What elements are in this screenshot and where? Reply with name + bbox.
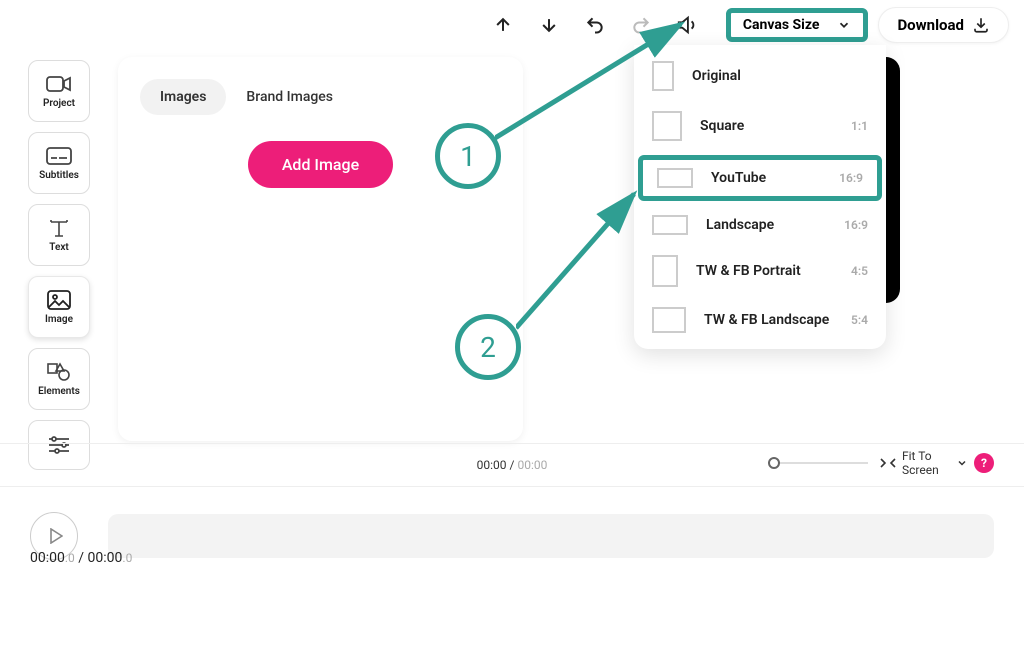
- add-image-button[interactable]: Add Image: [248, 141, 393, 188]
- status-time: 00:00 / 00:00: [477, 458, 548, 472]
- sidebar-item-image[interactable]: Image: [28, 276, 90, 338]
- download-button[interactable]: Download: [878, 7, 1009, 43]
- canvas-size-dropdown-button[interactable]: Canvas Size: [726, 8, 869, 42]
- canvas-option-landscape[interactable]: Landscape 16:9: [634, 205, 886, 245]
- zoom-slider[interactable]: [768, 462, 868, 464]
- text-icon: [46, 218, 72, 238]
- annotation-step-2: 2: [455, 314, 521, 380]
- status-time-sep: /: [510, 458, 515, 472]
- canvas-option-label: Landscape: [706, 217, 826, 233]
- top-toolbar: Canvas Size Download: [0, 0, 1024, 50]
- canvas-option-square[interactable]: Square 1:1: [634, 101, 886, 151]
- image-icon: [46, 290, 72, 310]
- canvas-option-ratio: 4:5: [851, 264, 868, 278]
- time-sep: /: [75, 550, 88, 566]
- canvas-option-label: Original: [692, 68, 850, 84]
- canvas-option-tw-fb-landscape[interactable]: TW & FB Landscape 5:4: [634, 297, 886, 343]
- sidebar-item-project[interactable]: Project: [28, 60, 90, 122]
- redo-icon[interactable]: [630, 14, 652, 36]
- timeline-track[interactable]: [108, 514, 994, 558]
- video-camera-icon: [46, 74, 72, 94]
- aspect-box-icon: [652, 255, 678, 287]
- sidebar-item-subtitles[interactable]: Subtitles: [28, 132, 90, 194]
- toolbar-icon-group: [492, 14, 698, 36]
- sidebar-item-text[interactable]: Text: [28, 204, 90, 266]
- fit-screen-label: Fit To Screen: [902, 449, 950, 478]
- shapes-icon: [46, 362, 72, 382]
- sidebar-item-label: Image: [45, 314, 73, 325]
- canvas-option-label: TW & FB Landscape: [704, 312, 833, 328]
- aspect-box-icon: [652, 111, 682, 141]
- left-sidebar: Project Subtitles Text Image Elements: [28, 60, 90, 470]
- fit-screen-icon: [880, 457, 896, 469]
- canvas-size-menu: Original Square 1:1 YouTube 16:9 Landsca…: [634, 45, 886, 349]
- arrow-down-icon[interactable]: [538, 14, 560, 36]
- chevron-down-icon: [956, 457, 968, 469]
- help-badge[interactable]: ?: [974, 453, 994, 473]
- speaker-icon[interactable]: [676, 14, 698, 36]
- canvas-option-youtube[interactable]: YouTube 16:9: [638, 155, 882, 201]
- canvas-option-tw-fb-portrait[interactable]: TW & FB Portrait 4:5: [634, 245, 886, 297]
- sidebar-item-label: Subtitles: [39, 170, 79, 181]
- canvas-option-ratio: 16:9: [839, 171, 863, 185]
- chevron-down-icon: [837, 18, 851, 32]
- timeline-time-readout: 00:00.0 / 00:00.0: [30, 550, 132, 566]
- tab-images[interactable]: Images: [140, 79, 226, 115]
- status-time-total: 00:00: [517, 458, 547, 472]
- time-dec-a: .0: [65, 551, 75, 565]
- canvas-option-ratio: 16:9: [844, 218, 868, 232]
- aspect-box-icon: [657, 168, 693, 188]
- timeline-row: [0, 496, 1024, 576]
- aspect-box-icon: [652, 307, 686, 333]
- canvas-option-ratio: 5:4: [851, 313, 868, 327]
- status-time-current: 00:00: [477, 458, 507, 472]
- undo-icon[interactable]: [584, 14, 606, 36]
- image-panel-tabs: Images Brand Images: [140, 79, 501, 115]
- arrow-up-icon[interactable]: [492, 14, 514, 36]
- sidebar-item-label: Elements: [38, 386, 80, 397]
- sidebar-item-label: Project: [43, 98, 75, 109]
- time-main-b: 00:00: [88, 550, 123, 566]
- download-label: Download: [897, 16, 964, 34]
- aspect-box-icon: [652, 61, 674, 91]
- annotation-arrow-2: [516, 190, 646, 330]
- image-panel: Images Brand Images Add Image: [118, 57, 523, 441]
- canvas-size-label: Canvas Size: [743, 17, 820, 33]
- canvas-option-ratio: 1:1: [851, 119, 868, 133]
- canvas-option-label: Square: [700, 118, 833, 134]
- canvas-option-label: TW & FB Portrait: [696, 263, 833, 279]
- subtitles-icon: [46, 146, 72, 166]
- fit-to-screen-control[interactable]: Fit To Screen ?: [768, 449, 994, 478]
- download-icon: [972, 16, 990, 34]
- time-main-a: 00:00: [30, 550, 65, 566]
- annotation-step-1: 1: [435, 123, 501, 189]
- canvas-option-original[interactable]: Original: [634, 55, 886, 101]
- sidebar-item-elements[interactable]: Elements: [28, 348, 90, 410]
- canvas-option-label: YouTube: [711, 170, 821, 186]
- tab-brand-images[interactable]: Brand Images: [226, 79, 353, 115]
- zoom-slider-knob[interactable]: [768, 457, 780, 469]
- play-icon: [49, 528, 63, 544]
- time-dec-b: .0: [122, 551, 132, 565]
- aspect-box-icon: [652, 215, 688, 235]
- sidebar-item-label: Text: [49, 242, 69, 253]
